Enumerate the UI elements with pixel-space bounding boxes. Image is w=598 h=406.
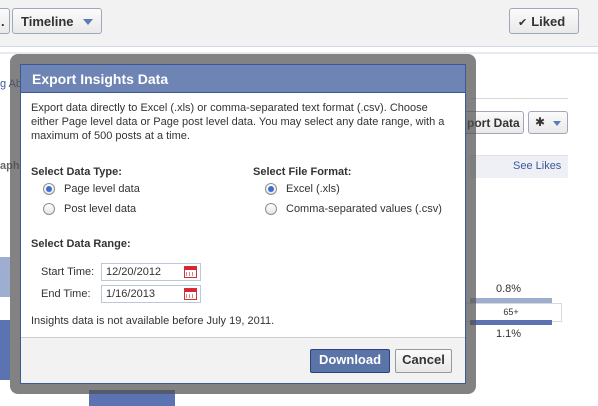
see-likes-link[interactable]: See Likes bbox=[513, 160, 561, 172]
start-date-input[interactable]: 12/20/2012 bbox=[101, 263, 201, 281]
settings-menu-button[interactable]: ✱ bbox=[528, 111, 568, 134]
dialog-body: Export data directly to Excel (.xls) or … bbox=[21, 93, 465, 333]
chart-bar bbox=[0, 257, 10, 297]
check-icon: ✔ bbox=[518, 17, 528, 29]
gear-icon: ✱ bbox=[535, 115, 546, 129]
date-range-heading: Select Data Range: bbox=[31, 238, 131, 250]
dialog-title: Export Insights Data bbox=[21, 65, 465, 93]
chevron-down-icon bbox=[553, 121, 561, 126]
end-date-value: 1/16/2013 bbox=[106, 288, 155, 300]
end-date-input[interactable]: 1/16/2013 bbox=[101, 285, 201, 303]
timeline-label: Timeline bbox=[21, 14, 74, 29]
data-type-heading: Select Data Type: bbox=[31, 166, 122, 178]
radio-button-selected[interactable] bbox=[265, 183, 277, 195]
dialog-footer: Download Cancel bbox=[21, 337, 465, 383]
chart-bar bbox=[470, 320, 552, 325]
liked-label: Liked bbox=[531, 14, 566, 29]
chevron-down-icon bbox=[83, 19, 93, 25]
radio-button[interactable] bbox=[265, 203, 277, 215]
radio-label: Page level data bbox=[64, 183, 140, 195]
radio-label: Comma-separated values (.csv) bbox=[286, 203, 442, 215]
start-time-label: Start Time: bbox=[41, 266, 95, 278]
cancel-button[interactable]: Cancel bbox=[395, 349, 452, 373]
percent-label: 0.8% bbox=[496, 283, 522, 295]
timeline-button[interactable]: Timeline bbox=[12, 8, 102, 34]
partial-button[interactable]: . bbox=[0, 8, 10, 34]
export-insights-dialog: Export Insights Data Export data directl… bbox=[20, 64, 466, 384]
radio-button[interactable] bbox=[43, 203, 55, 215]
radio-label: Post level data bbox=[64, 203, 137, 215]
radio-button-selected[interactable] bbox=[43, 183, 55, 195]
divider bbox=[470, 98, 568, 99]
start-date-value: 12/20/2012 bbox=[106, 266, 162, 278]
availability-note: Insights data is not available before Ju… bbox=[31, 315, 275, 327]
radio-label: Excel (.xls) bbox=[286, 183, 340, 195]
calendar-icon[interactable] bbox=[184, 288, 197, 300]
file-format-heading: Select File Format: bbox=[253, 166, 352, 178]
liked-button[interactable]: ✔ Liked bbox=[509, 8, 579, 34]
download-button[interactable]: Download bbox=[310, 349, 390, 373]
dialog-description: Export data directly to Excel (.xls) or … bbox=[31, 102, 445, 142]
calendar-icon[interactable] bbox=[184, 266, 197, 278]
percent-label: 1.1% bbox=[496, 328, 522, 340]
end-time-label: End Time: bbox=[41, 288, 91, 300]
chart-bar bbox=[0, 320, 10, 380]
